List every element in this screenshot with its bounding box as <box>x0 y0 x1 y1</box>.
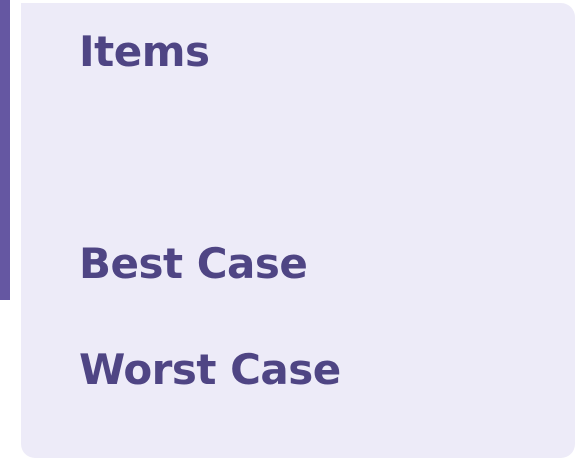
best-case-label: Best Case <box>79 239 308 288</box>
accent-bar <box>0 0 10 300</box>
items-heading: Items <box>79 27 210 76</box>
case-panel: Items Best Case Worst Case <box>21 3 575 458</box>
worst-case-label: Worst Case <box>79 345 341 394</box>
